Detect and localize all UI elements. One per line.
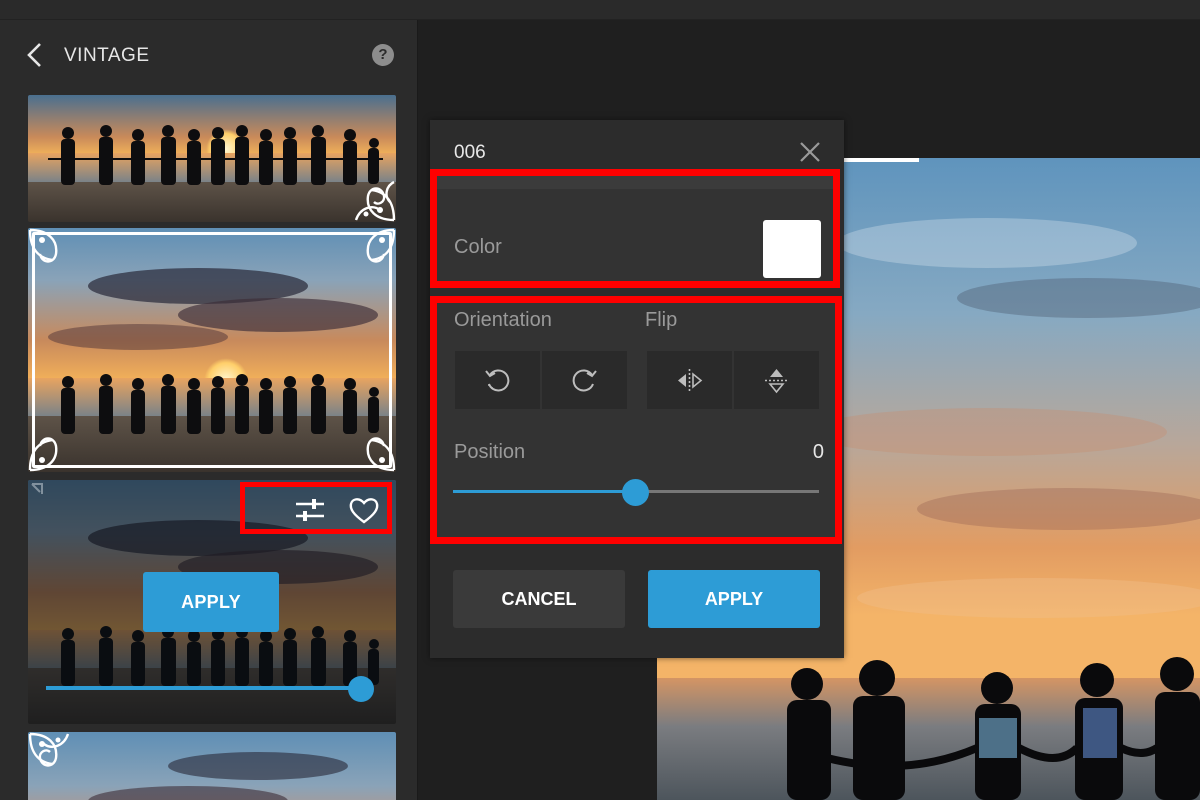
position-slider[interactable]	[453, 478, 821, 506]
flip-horizontal-icon	[678, 369, 703, 392]
slider-track	[46, 686, 356, 690]
slider-knob[interactable]	[622, 479, 649, 506]
ornament-corner-icon	[28, 732, 70, 767]
thumbnail-intensity-slider[interactable]	[46, 676, 374, 702]
panel-title: 006	[454, 142, 486, 163]
rotate-right-icon	[572, 369, 597, 392]
rotate-left-icon	[485, 369, 510, 392]
ornament-corner-icon	[31, 483, 43, 494]
thumbnail-apply-button[interactable]: APPLY	[143, 572, 279, 632]
position-label: Position	[454, 441, 526, 463]
rotate-right-button[interactable]	[542, 351, 627, 409]
color-label: Color	[454, 236, 502, 258]
frame-thumbnail-4[interactable]	[28, 732, 396, 800]
top-bar	[0, 0, 1200, 20]
ornament-corner-icon	[354, 180, 396, 222]
slider-knob[interactable]	[348, 676, 374, 702]
frame-settings-panel: 006 Color Orientation Flip Position 0 CA…	[430, 120, 844, 658]
frames-sidebar: VINTAGE ? APPLY	[0, 20, 418, 800]
frame-thumbnail-1[interactable]	[28, 95, 396, 222]
orientation-flip-position-highlight: Orientation Flip Position 0	[430, 296, 842, 544]
slider-track-empty	[643, 490, 819, 493]
frame-thumbnail-2[interactable]	[28, 228, 396, 472]
rotate-left-button[interactable]	[455, 351, 540, 409]
flip-vertical-icon	[765, 369, 788, 394]
flip-horizontal-button[interactable]	[647, 351, 732, 409]
flip-vertical-button[interactable]	[734, 351, 819, 409]
slider-track-filled	[453, 490, 623, 493]
sidebar-title: VINTAGE	[64, 45, 150, 66]
frame-thumbnail-3[interactable]: APPLY	[28, 480, 396, 724]
thumbnail-tools-highlight	[240, 482, 392, 534]
ornament-corner-icon	[366, 228, 396, 263]
app-window: VINTAGE ? APPLY 006 Color Orientation Fl…	[0, 0, 1200, 800]
ornament-corner-icon	[28, 228, 58, 263]
question-circle-icon[interactable]: ?	[372, 44, 394, 66]
color-swatch[interactable]	[763, 220, 821, 278]
sliders-adjust-icon[interactable]	[295, 497, 325, 523]
position-value: 0	[812, 441, 824, 463]
close-icon[interactable]	[798, 140, 822, 164]
chevron-left-icon[interactable]	[24, 42, 46, 68]
cancel-button[interactable]: CANCEL	[453, 570, 625, 628]
flip-label: Flip	[645, 309, 678, 331]
orientation-label: Orientation	[454, 309, 552, 331]
ornament-corner-icon	[366, 437, 396, 472]
color-section-highlight: Color	[430, 169, 840, 288]
heart-icon[interactable]	[349, 496, 379, 524]
section-divider	[437, 176, 833, 189]
ornament-corner-icon	[28, 437, 58, 472]
apply-button[interactable]: APPLY	[648, 570, 820, 628]
sidebar-header: VINTAGE ?	[0, 20, 417, 90]
